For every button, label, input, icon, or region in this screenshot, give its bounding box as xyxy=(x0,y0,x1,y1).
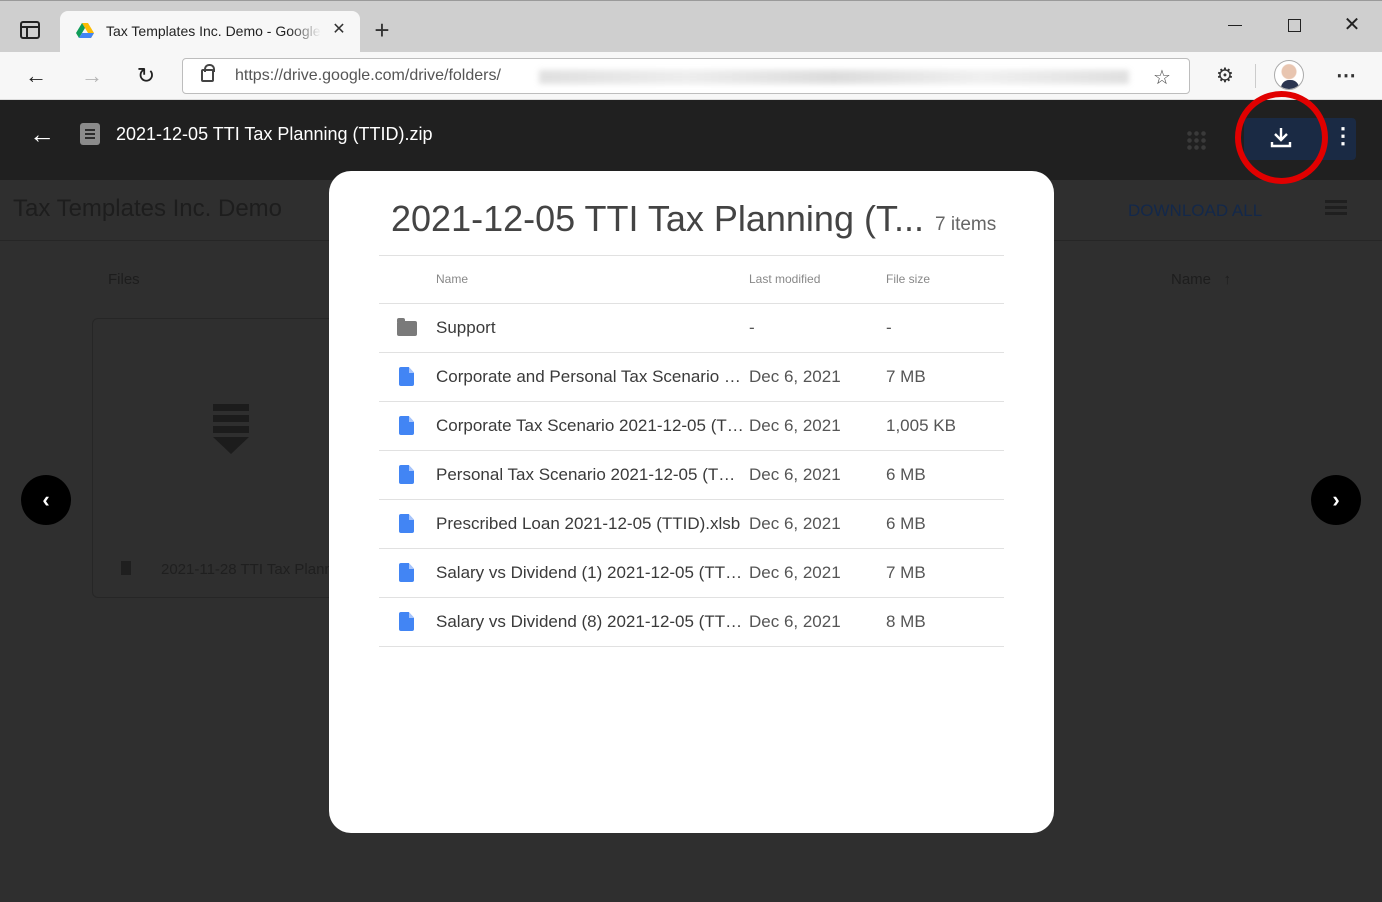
table-row[interactable]: Personal Tax Scenario 2021-12-05 (TTID).… xyxy=(379,451,1004,500)
document-icon xyxy=(399,514,414,533)
favorites-star-icon[interactable]: ☆ xyxy=(1153,65,1171,90)
column-header-modified: Last modified xyxy=(749,272,821,286)
apps-grid-icon[interactable] xyxy=(1186,130,1206,150)
download-all-button[interactable]: DOWNLOAD ALL xyxy=(1128,201,1262,221)
document-icon xyxy=(399,465,414,484)
zip-small-icon xyxy=(121,561,131,575)
last-modified: Dec 6, 2021 xyxy=(749,612,841,631)
browser-tab-bar: Tax Templates Inc. Demo - Google Drive ✕… xyxy=(0,0,1382,53)
file-size: 6 MB xyxy=(886,465,926,484)
document-icon xyxy=(399,563,414,582)
toolbar-separator xyxy=(1255,64,1256,88)
file-name: Salary vs Dividend (1) 2021-12-05 (TTID)… xyxy=(436,563,744,582)
file-size: 6 MB xyxy=(886,514,926,533)
table-row[interactable]: Corporate Tax Scenario 2021-12-05 (TTID)… xyxy=(379,402,1004,451)
tab-close-icon[interactable]: ✕ xyxy=(328,19,350,41)
file-size: 1,005 KB xyxy=(886,416,956,435)
document-icon xyxy=(399,416,414,435)
tab-actions-icon[interactable] xyxy=(20,21,40,39)
url-redacted xyxy=(539,70,1129,84)
back-arrow-icon[interactable]: ← xyxy=(22,62,50,90)
file-card[interactable]: 2021-11-28 TTI Tax Planning (TTID).zip xyxy=(92,318,424,598)
table-row[interactable]: Corporate and Personal Tax Scenario 2021… xyxy=(379,353,1004,402)
file-size: 7 MB xyxy=(886,367,926,386)
viewer-file-title: 2021-12-05 TTI Tax Planning (TTID).zip xyxy=(116,124,433,144)
files-section-label: Files xyxy=(108,271,140,288)
next-file-button[interactable]: › xyxy=(1311,475,1361,525)
file-name: Salary vs Dividend (8) 2021-12-05 (TTID)… xyxy=(436,612,744,631)
window-close-button[interactable]: ✕ xyxy=(1340,13,1364,37)
file-size: 7 MB xyxy=(886,563,926,582)
last-modified: Dec 6, 2021 xyxy=(749,563,841,582)
browser-tab[interactable]: Tax Templates Inc. Demo - Google Drive ✕ xyxy=(60,11,360,53)
profile-avatar[interactable] xyxy=(1274,60,1304,90)
folder-icon xyxy=(397,318,417,336)
zip-contents-dialog: 2021-12-05 TTI Tax Planning (T... 7 item… xyxy=(329,171,1054,833)
sort-label: Name xyxy=(1171,271,1212,288)
url-text: https://drive.google.com/drive/folders/ xyxy=(235,67,501,84)
table-row[interactable]: Prescribed Loan 2021-12-05 (TTID).xlsb De… xyxy=(379,500,1004,549)
file-name: Support xyxy=(436,318,496,337)
table-row[interactable]: Salary vs Dividend (8) 2021-12-05 (TTID)… xyxy=(379,598,1004,647)
lock-icon xyxy=(201,64,215,82)
reload-icon[interactable]: ↻ xyxy=(132,62,160,90)
viewer-header: ← 2021-12-05 TTI Tax Planning (TTID).zip… xyxy=(0,91,1382,184)
annotation-circle xyxy=(1235,91,1328,184)
dialog-title: 2021-12-05 TTI Tax Planning (T... xyxy=(391,198,921,239)
table-header: Name Last modified File size xyxy=(379,255,1004,304)
sort-by-name-button[interactable]: Name ↑ xyxy=(1171,271,1231,288)
extensions-icon[interactable]: ⚙ xyxy=(1213,64,1237,88)
zip-file-icon xyxy=(80,123,100,145)
sort-arrow-icon: ↑ xyxy=(1223,271,1232,288)
google-drive-icon xyxy=(76,23,94,38)
browser-toolbar: ← → ↻ https://drive.google.com/drive/fol… xyxy=(0,52,1382,100)
file-size: 8 MB xyxy=(886,612,926,631)
tab-title: Tax Templates Inc. Demo - Google Drive xyxy=(106,23,321,39)
file-size: - xyxy=(886,318,892,337)
forward-arrow-icon[interactable]: → xyxy=(78,62,106,90)
table-row[interactable]: Salary vs Dividend (1) 2021-12-05 (TTID)… xyxy=(379,549,1004,598)
zip-glyph-icon xyxy=(213,404,249,454)
contents-table: Name Last modified File size Support - - Co… xyxy=(379,255,1004,647)
file-name: Corporate and Personal Tax Scenario 2021… xyxy=(436,367,744,386)
window-maximize-button[interactable] xyxy=(1288,19,1301,32)
file-name: Personal Tax Scenario 2021-12-05 (TTID).… xyxy=(436,465,744,484)
column-header-size: File size xyxy=(886,272,931,286)
table-row[interactable]: Support - - xyxy=(379,304,1004,353)
browser-menu-icon[interactable]: ⋯ xyxy=(1334,64,1358,88)
last-modified: Dec 6, 2021 xyxy=(749,514,841,533)
folder-title: Tax Templates Inc. Demo xyxy=(13,195,283,222)
column-header-name: Name xyxy=(436,272,469,286)
document-icon xyxy=(399,612,414,631)
item-count: 7 items xyxy=(935,214,997,235)
window-minimize-button[interactable] xyxy=(1228,25,1242,26)
list-view-icon[interactable] xyxy=(1325,200,1347,218)
last-modified: Dec 6, 2021 xyxy=(749,367,841,386)
address-bar[interactable]: https://drive.google.com/drive/folders/ … xyxy=(182,58,1190,94)
last-modified: - xyxy=(749,318,755,337)
back-arrow-icon[interactable]: ← xyxy=(28,120,56,148)
last-modified: Dec 6, 2021 xyxy=(749,416,841,435)
previous-file-button[interactable]: ‹ xyxy=(21,475,71,525)
table-body: Support - - Corporate and Personal Tax Scen… xyxy=(379,304,1004,647)
last-modified: Dec 6, 2021 xyxy=(749,465,841,484)
document-icon xyxy=(399,367,414,386)
file-name: Prescribed Loan 2021-12-05 (TTID).xlsb xyxy=(436,514,741,533)
file-name: Corporate Tax Scenario 2021-12-05 (TTID)… xyxy=(436,416,744,435)
more-options-icon[interactable]: ⋮ xyxy=(1332,122,1354,150)
new-tab-button[interactable]: + xyxy=(370,17,394,43)
